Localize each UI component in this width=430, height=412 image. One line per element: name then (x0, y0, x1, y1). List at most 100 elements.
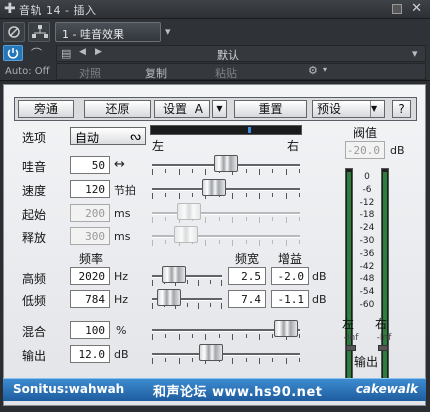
power-button[interactable] (3, 45, 23, 61)
mode-select[interactable]: 自动 ᔓ (70, 127, 146, 145)
slider-track[interactable] (152, 212, 300, 215)
window-titlebar: ✚ 音轨 14 - 插入 ✕ (0, 0, 430, 19)
threshold-unit: dB (390, 144, 405, 157)
cakewalk-logo: cakewalk (355, 382, 418, 396)
auto-off-label[interactable]: Auto: Off (5, 66, 50, 77)
width-header: 频宽 (235, 252, 260, 266)
setup-button[interactable]: 设置 A (154, 100, 210, 118)
next-preset-icon[interactable]: ▶ (95, 47, 102, 57)
chevron-down-icon: ▼ (370, 101, 384, 117)
mode-value: 自动 (75, 131, 100, 145)
slider-thumb[interactable] (177, 203, 201, 220)
plugin-name: Sonitus:wahwah (13, 382, 125, 396)
preset-name[interactable]: 默认 (217, 47, 239, 63)
release-slider[interactable] (152, 226, 300, 247)
preset-toolbar: 1 - 哇音效果 ▾ ⌒ Auto: Off ▤ ◀ ▶ 默认 ▾ 对照 复制 … (0, 19, 430, 81)
slider-thumb[interactable] (157, 289, 181, 306)
start-slider[interactable] (152, 203, 300, 224)
output-label: 输出 (22, 349, 47, 363)
pin-icon[interactable] (392, 4, 402, 14)
meter-output-label: 输出 (354, 355, 379, 369)
gain-header: 增益 (278, 252, 303, 266)
left-clip-led[interactable] (346, 345, 356, 351)
preset-row: ▤ ◀ ▶ 默认 ▾ (56, 45, 426, 62)
speed-field[interactable]: 120 (70, 180, 110, 198)
low-freq-slider[interactable] (152, 289, 222, 310)
slider-thumb[interactable] (199, 344, 223, 361)
freq-header: 频率 (79, 252, 104, 266)
chevron-down-icon[interactable]: ▾ (165, 25, 171, 38)
routing-icon[interactable] (28, 22, 50, 42)
window-title: 音轨 14 - 插入 (19, 4, 97, 17)
mix-label: 混合 (22, 325, 47, 339)
reset-button[interactable]: 还原 (84, 100, 151, 118)
speed-slider[interactable] (152, 179, 300, 200)
start-field[interactable]: 200 (70, 204, 110, 222)
wah-field[interactable]: 50 (70, 156, 110, 174)
wah-label: 哇音 (22, 160, 47, 174)
bypass-chain-icon[interactable] (3, 22, 25, 42)
save-icon[interactable]: ▤ (61, 47, 71, 60)
mix-field[interactable]: 100 (70, 321, 110, 339)
low-gain-unit: dB (312, 293, 327, 306)
setup-dropdown-button[interactable]: ▼ (212, 100, 227, 118)
wah-slider[interactable] (152, 155, 300, 176)
output-unit: dB (114, 348, 129, 361)
slider-track[interactable] (152, 188, 300, 191)
slider-ticks (152, 193, 300, 199)
wah-unit: ↔ (114, 157, 125, 172)
bypass-button[interactable]: 旁通 (18, 100, 74, 118)
slider-track[interactable] (152, 353, 300, 356)
meter-scale-tick: -42 (359, 262, 375, 272)
input-meter (150, 125, 302, 135)
compare-button[interactable]: 对照 (79, 65, 101, 81)
high-gain-field[interactable]: -2.0 (271, 267, 309, 285)
low-freq-field[interactable]: 784 (70, 290, 110, 308)
slider-thumb[interactable] (174, 226, 198, 243)
mix-unit: % (116, 324, 127, 337)
input-meter-marker (248, 127, 251, 133)
paste-button[interactable]: 粘贴 (215, 65, 237, 81)
gear-dropdown-icon[interactable]: ▾ (323, 65, 327, 74)
slider-ticks (152, 358, 300, 364)
output-slider[interactable] (152, 344, 300, 365)
zero-button[interactable]: 重置 (234, 100, 307, 118)
plus-icon[interactable]: ✚ (4, 1, 16, 17)
slider-thumb[interactable] (274, 320, 298, 337)
release-label: 释放 (22, 231, 47, 245)
output-field[interactable]: 12.0 (70, 345, 110, 363)
close-icon[interactable]: ✕ (411, 1, 422, 16)
meter-scale-tick: 0 (364, 172, 370, 182)
meter-scale-tick: -54 (359, 287, 375, 297)
output-meter-left-fill (347, 172, 351, 388)
automation-icon[interactable]: ⌒ (31, 45, 42, 61)
high-width-field[interactable]: 2.5 (228, 267, 266, 285)
slider-thumb[interactable] (202, 179, 226, 196)
threshold-field[interactable]: -20.0 (345, 141, 385, 159)
plugin-footer: Sonitus:wahwah 和声论坛 www.hs90.net cakewal… (3, 378, 426, 401)
gear-icon[interactable]: ⚙ (308, 64, 318, 77)
mix-slider[interactable] (152, 320, 300, 341)
cycle-icon: ᔓ (130, 129, 141, 143)
slider-thumb[interactable] (214, 155, 238, 172)
preset-dropdown-icon[interactable]: ▾ (412, 47, 418, 60)
meter-scale-tick: -18 (359, 210, 375, 220)
prev-preset-icon[interactable]: ◀ (79, 47, 86, 57)
release-field[interactable]: 300 (70, 227, 110, 245)
low-gain-field[interactable]: -1.1 (271, 290, 309, 308)
fx-chain-tab[interactable]: 1 - 哇音效果 (55, 22, 161, 42)
right-clip-led[interactable] (378, 345, 388, 351)
setup-label: 设置 (163, 102, 188, 116)
left-peak-readout[interactable]: -Inf (337, 333, 365, 343)
low-width-field[interactable]: 7.4 (228, 290, 266, 308)
help-button[interactable]: ? (392, 100, 411, 118)
slider-thumb[interactable] (162, 266, 186, 283)
high-freq-slider[interactable] (152, 266, 222, 287)
right-peak-readout[interactable]: -Inf (370, 333, 398, 343)
copy-button[interactable]: 复制 (145, 65, 167, 81)
plugin-button-bar: 旁通 还原 设置 A ▼ 重置 预设 ▼ ? (14, 97, 417, 121)
threshold-label: 阀值 (353, 126, 378, 140)
wahwah-plugin-panel: 旁通 还原 设置 A ▼ 重置 预设 ▼ ? 选项 自动 ᔓ 左 右 阀值 -2… (3, 84, 426, 406)
high-freq-field[interactable]: 2020 (70, 267, 110, 285)
preset-menu-button[interactable]: 预设 ▼ (312, 100, 385, 118)
